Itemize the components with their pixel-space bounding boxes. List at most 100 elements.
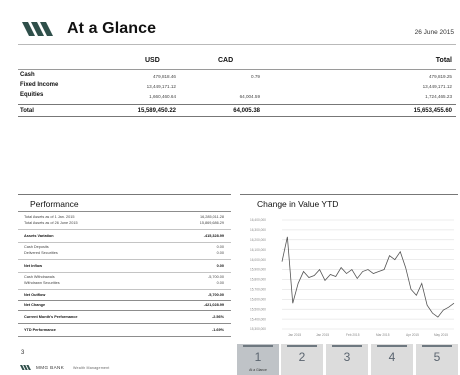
perf-value: 0.00 xyxy=(216,264,224,268)
x-tick-label: Feb 2015 xyxy=(346,333,360,337)
perf-label: Delivered Securities xyxy=(24,251,58,255)
total-top-rule xyxy=(18,104,456,105)
perf-label: Current Month's Performance xyxy=(24,315,78,319)
y-tick-label: 16,200,000 xyxy=(250,238,266,242)
y-tick-label: 16,100,000 xyxy=(250,248,266,252)
perf-divider xyxy=(18,289,231,290)
page-title: At a Glance xyxy=(67,20,157,37)
column-header-usd: USD xyxy=(145,57,160,64)
total-total: 15,653,455.60 xyxy=(413,107,452,114)
x-tick-label: Jan 2015 xyxy=(288,333,301,337)
page-number: 3 xyxy=(21,350,25,356)
row-label-total: Total xyxy=(20,107,34,114)
perf-label: YTD Performance xyxy=(24,328,56,332)
bank-name: MMG BANK xyxy=(36,365,65,370)
equities-usd: 1,660,460.64 xyxy=(149,93,176,99)
tab-number: 1 xyxy=(254,350,262,364)
value-line xyxy=(281,236,455,318)
fixed-income-total: 13,449,171.12 xyxy=(422,83,452,89)
tab-page-5[interactable]: 5 xyxy=(416,344,458,375)
perf-divider xyxy=(18,242,231,243)
header-rule xyxy=(18,69,456,70)
equities-total: 1,724,465.23 xyxy=(425,93,452,99)
equities-cad: 64,004.59 xyxy=(239,93,260,99)
perf-label: Total Assets as of 1 Jan. 2015 xyxy=(24,215,75,219)
mmg-wave-logo-icon xyxy=(20,365,31,370)
tab-indicator xyxy=(377,345,407,347)
tab-indicator xyxy=(287,345,317,347)
perf-divider xyxy=(18,300,231,301)
y-tick-label: 16,300,000 xyxy=(250,228,266,232)
perf-label: Net Change xyxy=(24,303,46,307)
y-tick-label: 15,900,000 xyxy=(250,268,266,272)
perf-value: 0.00 xyxy=(216,281,224,285)
total-cad: 64,005.38 xyxy=(233,107,260,114)
change-chart-title: Change in Value YTD xyxy=(257,199,339,209)
perf-label: Assets Variation xyxy=(24,234,54,238)
perf-divider xyxy=(18,310,231,311)
y-tick-label: 15,800,000 xyxy=(250,278,266,282)
x-tick-label: Jan 2015 xyxy=(316,333,329,337)
row-label-equities: Equities xyxy=(20,92,44,98)
fixed-income-usd: 13,449,171.12 xyxy=(146,83,176,89)
total-bottom-rule xyxy=(18,116,456,117)
perf-label: Cash Deposits xyxy=(24,245,49,249)
perf-value: 16,285,011.28 xyxy=(200,215,224,219)
change-in-value-chart: 16,400,000 16,300,000 16,200,000 16,100,000… xyxy=(250,218,455,337)
y-tick-label: 15,300,000 xyxy=(250,327,266,331)
y-tick-label: 15,700,000 xyxy=(250,288,266,292)
performance-top-rule xyxy=(18,194,231,195)
perf-divider xyxy=(18,336,231,337)
tab-page-3[interactable]: 3 xyxy=(326,344,368,375)
perf-value: -5,700.00 xyxy=(207,293,224,297)
tab-indicator xyxy=(332,345,362,347)
perf-value: -421,028.99 xyxy=(203,303,224,307)
cash-usd: 479,818.46 xyxy=(153,73,176,79)
total-usd: 15,589,450.22 xyxy=(137,107,176,114)
cash-cad: 0.79 xyxy=(251,73,260,79)
bank-subtitle: Wealth Management xyxy=(73,365,110,370)
tab-number: 4 xyxy=(388,350,396,364)
tab-page-1[interactable]: 1 At a Glance xyxy=(237,344,279,375)
tab-indicator xyxy=(243,345,273,347)
perf-label: Withdrawn Securities xyxy=(24,281,60,285)
perf-value: -1.69% xyxy=(211,328,224,332)
perf-value: 0.00 xyxy=(216,245,224,249)
column-header-cad: CAD xyxy=(218,57,234,64)
tab-page-4[interactable]: 4 xyxy=(371,344,413,375)
column-header-total: Total xyxy=(435,57,452,64)
header-divider xyxy=(18,44,456,45)
tab-number: 2 xyxy=(298,350,306,364)
perf-value: -415,328.99 xyxy=(203,234,224,238)
perf-divider xyxy=(18,272,231,273)
y-tick-label: 15,400,000 xyxy=(250,317,266,321)
tab-page-2[interactable]: 2 xyxy=(281,344,323,375)
perf-value: 0.00 xyxy=(216,251,224,255)
tab-number: 3 xyxy=(343,350,351,364)
report-date: 26 June 2015 xyxy=(414,29,454,36)
x-tick-label: Mar 2015 xyxy=(376,333,390,337)
x-tick-label: Apr 2015 xyxy=(406,333,419,337)
tab-number: 5 xyxy=(433,350,441,364)
x-tick-label: May 2015 xyxy=(434,333,448,337)
perf-divider xyxy=(18,323,231,324)
tab-indicator xyxy=(422,345,452,347)
y-tick-label: 16,400,000 xyxy=(250,218,266,222)
y-tick-label: 15,600,000 xyxy=(250,297,266,301)
cash-total: 479,819.25 xyxy=(429,73,452,79)
change-top-rule xyxy=(240,194,458,195)
row-label-fixed-income: Fixed Income xyxy=(20,82,59,88)
y-tick-label: 16,000,000 xyxy=(250,258,266,262)
perf-divider xyxy=(18,259,231,260)
perf-label: Total Assets as of 26 June 2015 xyxy=(24,221,78,225)
perf-label: Net Outflow xyxy=(24,293,46,297)
performance-title: Performance xyxy=(30,199,79,209)
performance-title-rule xyxy=(18,211,231,212)
perf-value: 15,869,686.29 xyxy=(199,221,224,225)
perf-label: Cash Withdrawals xyxy=(24,275,55,279)
y-tick-label: 15,500,000 xyxy=(250,307,266,311)
tab-label: At a Glance xyxy=(249,367,267,372)
perf-label: Net Inflow xyxy=(24,264,43,268)
perf-value: -2.56% xyxy=(211,315,224,319)
mmg-wave-logo-icon xyxy=(22,22,53,36)
